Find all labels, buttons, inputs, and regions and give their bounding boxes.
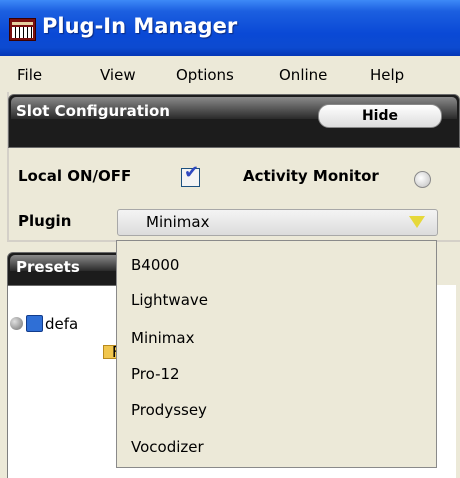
dropdown-option-lightwave[interactable]: Lightwave <box>131 291 208 309</box>
hide-button[interactable]: Hide <box>318 104 442 128</box>
activity-monitor-label: Activity Monitor <box>243 167 379 185</box>
dropdown-option-prodyssey[interactable]: Prodyssey <box>131 401 207 419</box>
local-onoff-label: Local ON/OFF <box>18 167 132 185</box>
activity-monitor-indicator[interactable] <box>414 171 431 188</box>
preset-tree-item-default[interactable]: defa <box>45 315 78 333</box>
dropdown-option-pro12[interactable]: Pro-12 <box>131 365 180 383</box>
plugin-selected-value: Minimax <box>146 213 210 231</box>
menu-file[interactable]: File <box>17 66 42 84</box>
right-edge <box>456 252 460 478</box>
dropdown-option-vocodizer[interactable]: Vocodizer <box>131 438 204 456</box>
menu-view[interactable]: View <box>100 66 136 84</box>
dropdown-arrow-icon[interactable] <box>409 216 425 228</box>
title-bar: Plug-In Manager <box>0 0 460 56</box>
local-onoff-checkbox[interactable]: ✔ <box>181 162 200 187</box>
slot-configuration-title: Slot Configuration <box>16 102 170 120</box>
save-disk-icon[interactable] <box>26 315 43 336</box>
piano-app-icon <box>9 18 36 41</box>
checkmark-icon: ✔ <box>184 162 200 183</box>
dropdown-option-b4000[interactable]: B4000 <box>131 256 179 274</box>
plugin-dropdown-list: B4000 Lightwave Minimax Pro-12 Prodyssey… <box>116 240 437 468</box>
menu-bar: File View Options Online Help <box>0 56 460 92</box>
window-title: Plug-In Manager <box>42 14 238 38</box>
plugin-label: Plugin <box>18 212 72 230</box>
menu-help[interactable]: Help <box>370 66 404 84</box>
refresh-icon[interactable] <box>10 316 23 334</box>
plugin-select[interactable]: Minimax <box>117 209 438 236</box>
menu-options[interactable]: Options <box>176 66 234 84</box>
presets-title: Presets <box>16 258 80 276</box>
menu-online[interactable]: Online <box>279 66 327 84</box>
dropdown-option-minimax[interactable]: Minimax <box>131 329 194 347</box>
